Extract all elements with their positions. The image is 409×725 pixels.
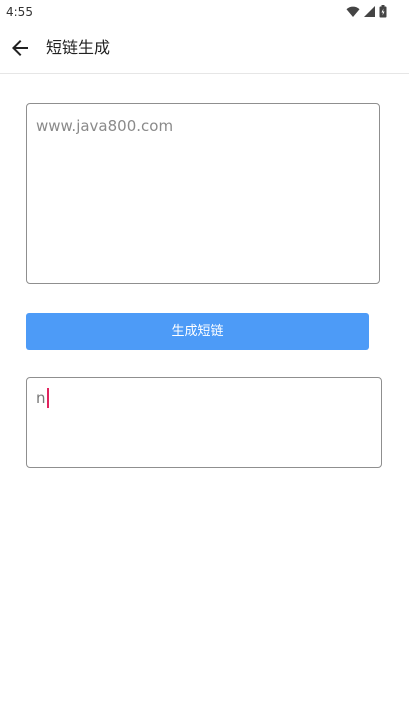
battery-icon bbox=[379, 5, 387, 18]
status-icons bbox=[346, 5, 387, 18]
status-bar: 4:55 bbox=[0, 0, 409, 24]
arrow-left-icon bbox=[8, 36, 32, 60]
screen: 4:55 短链生成 www.java800.com 生成短链 n bbox=[0, 0, 409, 725]
url-input-placeholder: www.java800.com bbox=[36, 117, 174, 135]
short-link-output-field[interactable]: n bbox=[26, 377, 382, 468]
short-link-output-text: n bbox=[36, 389, 46, 407]
url-input[interactable]: www.java800.com bbox=[26, 103, 380, 284]
status-time: 4:55 bbox=[6, 5, 33, 19]
app-bar: 短链生成 bbox=[0, 24, 409, 74]
wifi-icon bbox=[346, 6, 360, 18]
generate-short-link-button[interactable]: 生成短链 bbox=[26, 313, 369, 350]
page-title: 短链生成 bbox=[46, 38, 111, 57]
back-button[interactable] bbox=[8, 36, 32, 60]
text-cursor bbox=[46, 388, 49, 408]
signal-icon bbox=[364, 6, 375, 17]
